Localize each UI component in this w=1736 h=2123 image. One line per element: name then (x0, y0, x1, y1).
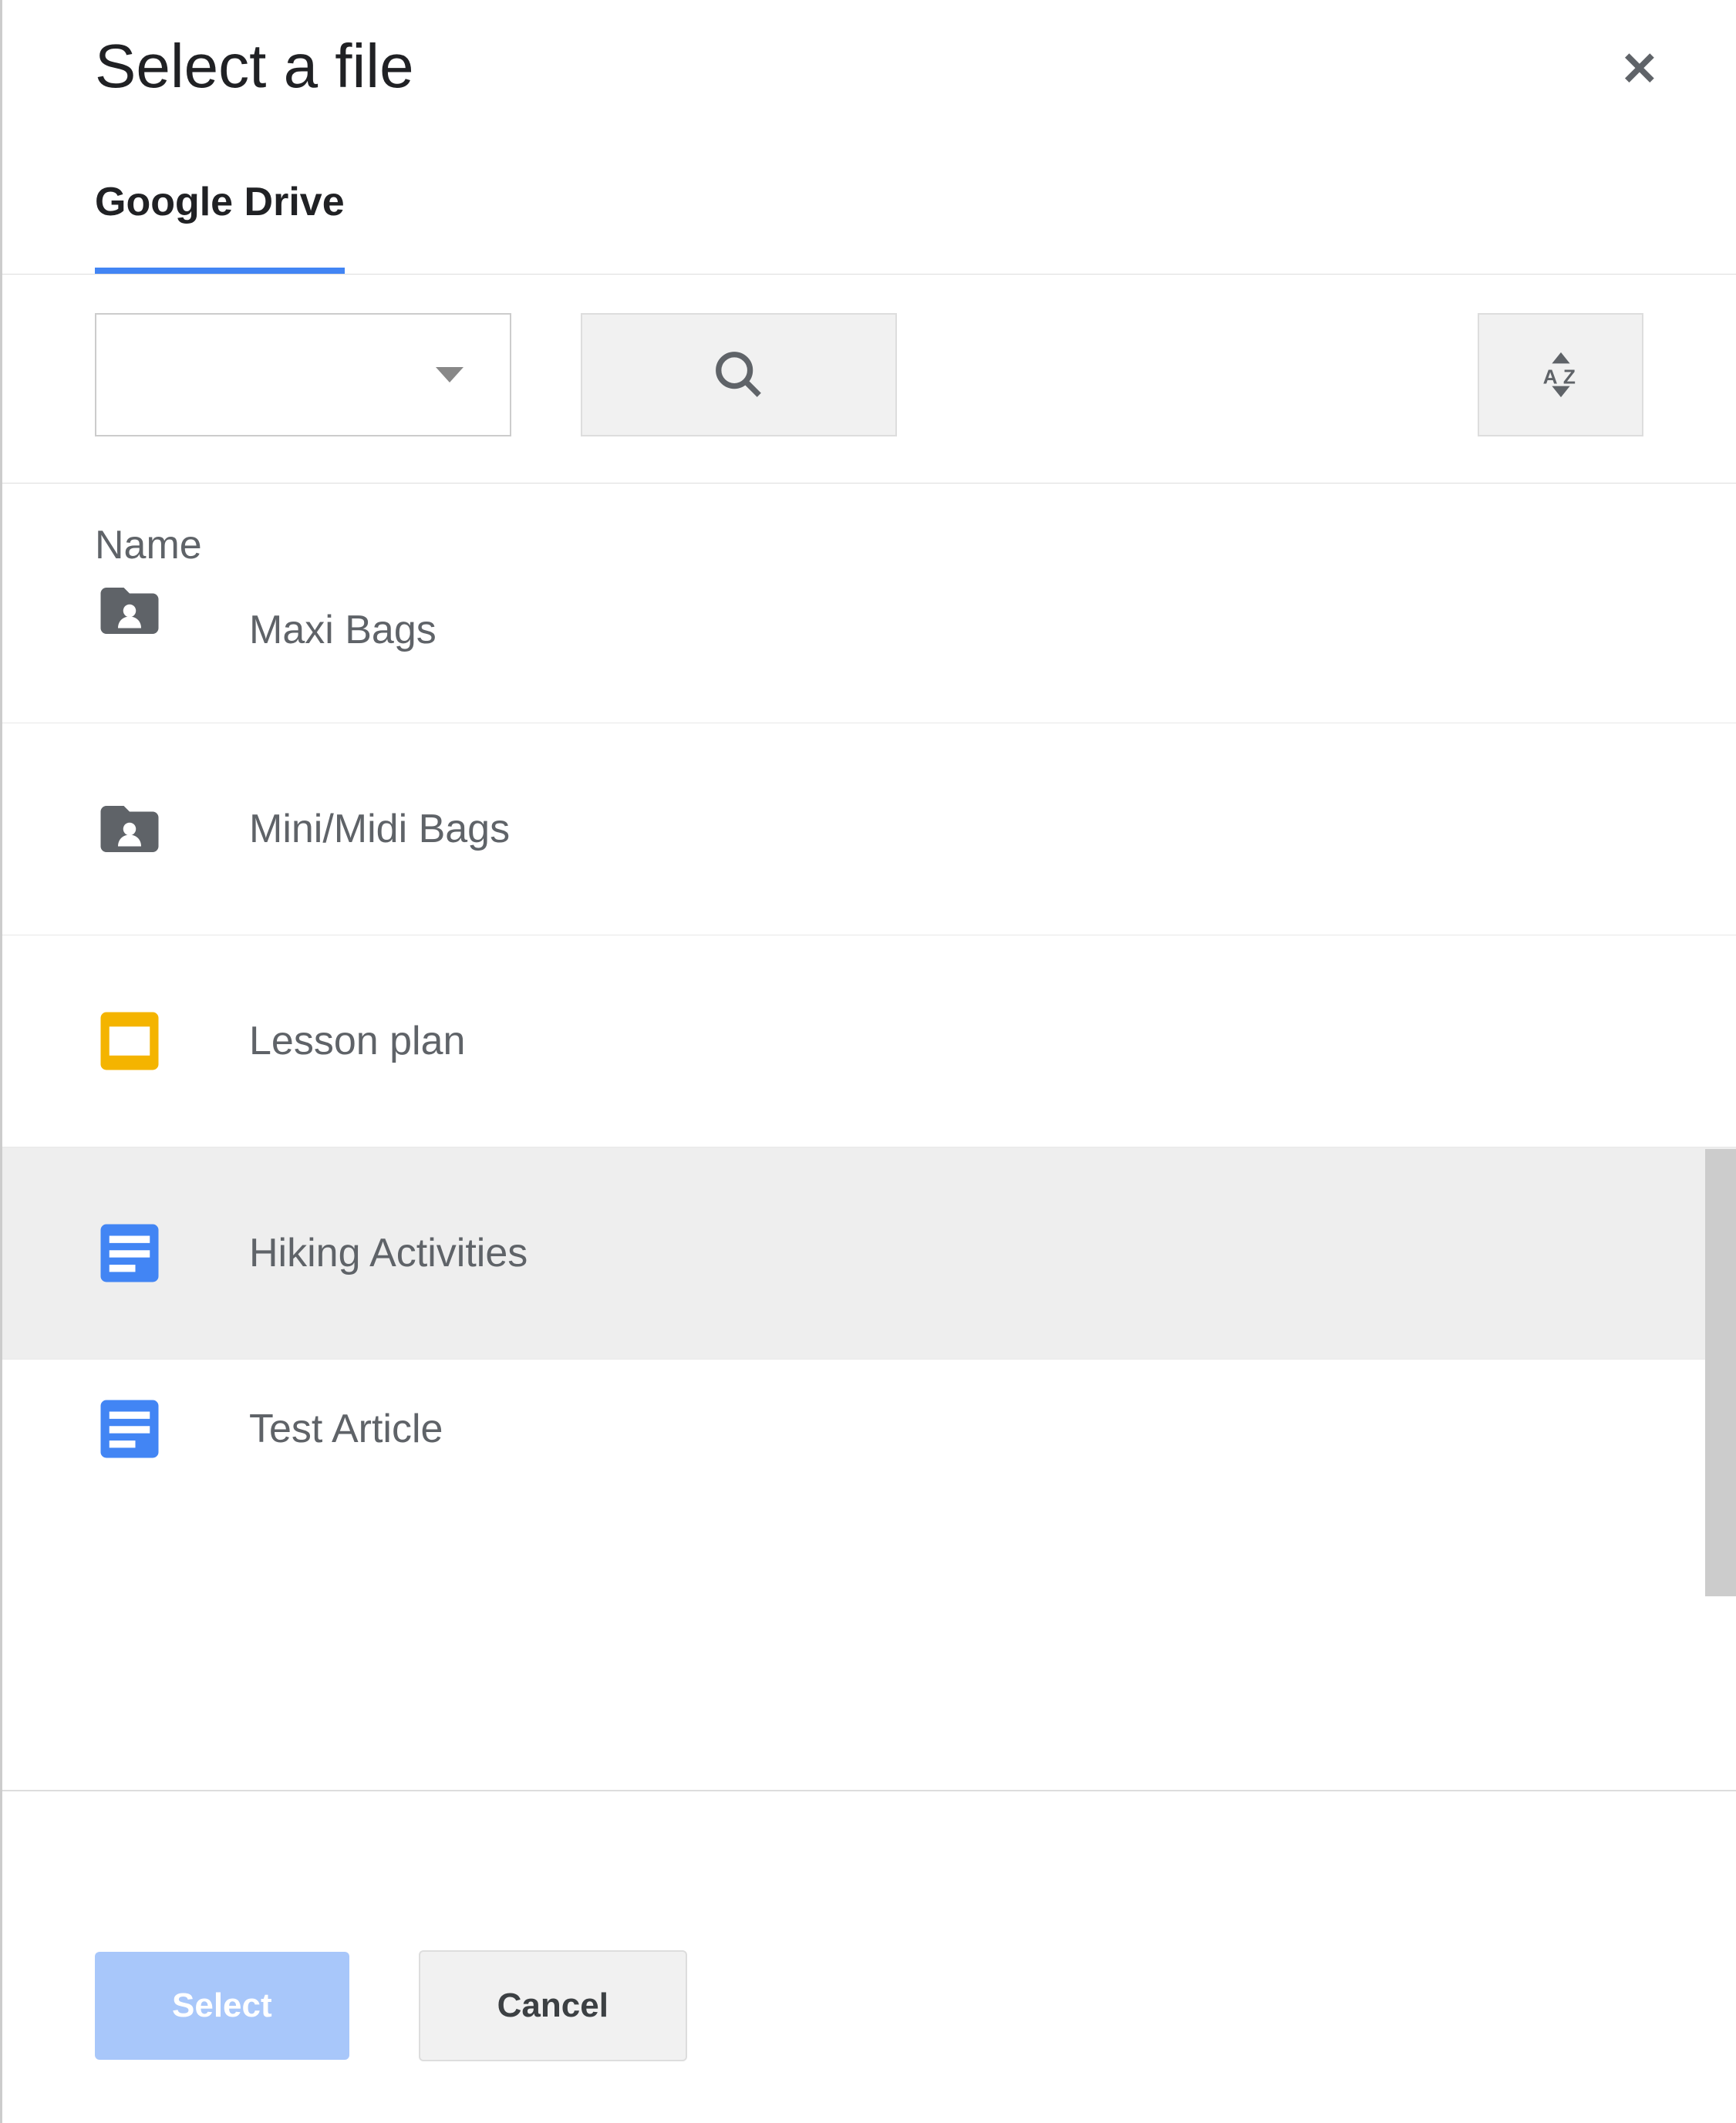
sort-az-icon: A Z (1534, 348, 1588, 402)
file-name: Mini/Midi Bags (249, 806, 510, 852)
search-icon (712, 348, 766, 402)
file-row[interactable]: Lesson plan (2, 935, 1736, 1147)
dialog-title: Select a file (95, 31, 414, 102)
file-name: Maxi Bags (249, 607, 437, 653)
slides-icon (95, 1006, 164, 1076)
scrollbar-thumb[interactable] (1705, 1149, 1736, 1596)
svg-text:Z: Z (1562, 366, 1575, 389)
doc-icon (95, 1394, 164, 1464)
shared-folder-icon (95, 794, 164, 864)
file-row[interactable]: Maxi Bags (2, 599, 1736, 723)
file-name: Hiking Activities (249, 1230, 528, 1276)
search-button[interactable] (581, 313, 897, 436)
file-row[interactable]: Test Article (2, 1359, 1736, 1498)
column-header-name[interactable]: Name (2, 484, 1736, 599)
file-name: Lesson plan (249, 1018, 465, 1064)
file-name: Test Article (249, 1406, 443, 1452)
close-icon: ✕ (1620, 43, 1659, 95)
footer: Select Cancel (2, 1950, 1736, 2061)
shared-folder-icon (95, 576, 164, 645)
select-button[interactable]: Select (95, 1952, 349, 2060)
file-list: Maxi Bags Mini/Midi Bags Lesson plan (2, 599, 1736, 1498)
file-row[interactable]: Mini/Midi Bags (2, 723, 1736, 935)
toolbar: A Z (2, 275, 1736, 475)
footer-divider (2, 1790, 1736, 1791)
filter-dropdown[interactable] (95, 313, 511, 436)
sort-button[interactable]: A Z (1478, 313, 1643, 436)
doc-icon (95, 1218, 164, 1288)
close-button[interactable]: ✕ (1620, 31, 1659, 93)
file-row[interactable]: Hiking Activities (2, 1147, 1736, 1359)
cancel-button[interactable]: Cancel (419, 1950, 687, 2061)
svg-text:A: A (1542, 366, 1557, 389)
tab-google-drive[interactable]: Google Drive (95, 179, 345, 274)
chevron-down-icon (436, 367, 463, 382)
